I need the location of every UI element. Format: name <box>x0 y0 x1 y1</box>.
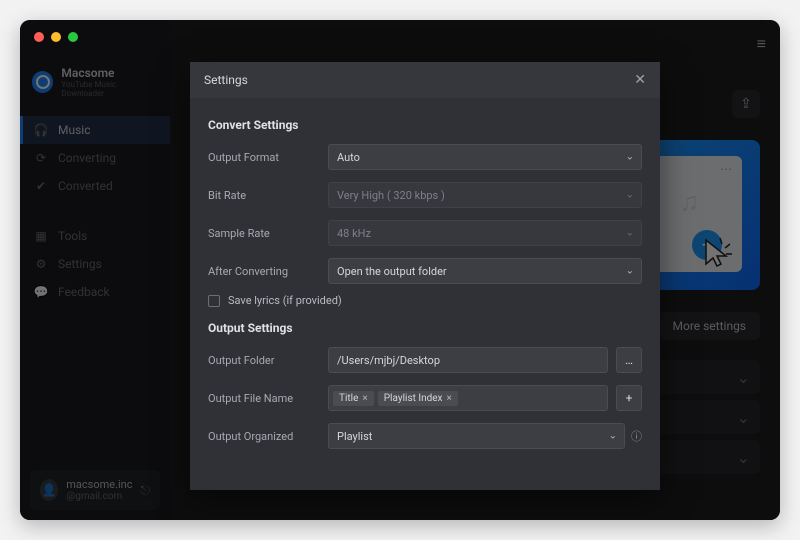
window-minimize-dot[interactable] <box>51 32 61 42</box>
tag-remove-icon[interactable]: × <box>447 393 452 404</box>
settings-modal: Settings ✕ Convert Settings Output Forma… <box>190 62 660 490</box>
select-value: Open the output folder <box>337 265 447 278</box>
section-output-title: Output Settings <box>208 321 642 335</box>
browse-folder-button[interactable]: … <box>616 347 642 373</box>
select-value: Playlist <box>337 430 372 443</box>
tag-label: Title <box>339 393 358 404</box>
label-bit-rate: Bit Rate <box>208 189 328 202</box>
info-icon[interactable]: ⓘ <box>631 428 642 444</box>
select-bit-rate: Very High ( 320 kbps ) <box>328 182 642 208</box>
tag-title[interactable]: Title × <box>333 391 374 406</box>
label-output-folder: Output Folder <box>208 354 328 367</box>
tag-label: Playlist Index <box>384 393 443 404</box>
window-close-dot[interactable] <box>34 32 44 42</box>
select-output-format[interactable]: Auto <box>328 144 642 170</box>
section-convert-title: Convert Settings <box>208 118 642 132</box>
label-output-file-name: Output File Name <box>208 392 328 405</box>
modal-header: Settings ✕ <box>190 62 660 98</box>
select-value: Very High ( 320 kbps ) <box>337 189 445 202</box>
tag-playlist-index[interactable]: Playlist Index × <box>378 391 458 406</box>
close-icon[interactable]: ✕ <box>634 72 646 88</box>
plus-icon: + <box>626 391 633 405</box>
label-output-format: Output Format <box>208 151 328 164</box>
traffic-lights <box>34 32 78 42</box>
modal-title: Settings <box>204 73 248 87</box>
modal-body: Convert Settings Output Format Auto ⌄ Bi… <box>190 98 660 490</box>
label-output-organized: Output Organized <box>208 430 328 443</box>
input-output-folder[interactable]: /Users/mjbj/Desktop <box>328 347 608 373</box>
select-value: Auto <box>337 151 360 164</box>
select-value: 48 kHz <box>337 227 371 240</box>
app-window: ≡ Macsome YouTube Music Downloader 🎧 Mus… <box>20 20 780 520</box>
select-sample-rate: 48 kHz <box>328 220 642 246</box>
hamburger-icon[interactable]: ≡ <box>757 34 766 54</box>
window-zoom-dot[interactable] <box>68 32 78 42</box>
label-sample-rate: Sample Rate <box>208 227 328 240</box>
ellipsis-icon: … <box>625 353 633 367</box>
input-value: /Users/mjbj/Desktop <box>337 354 440 367</box>
input-output-file-name[interactable]: Title × Playlist Index × <box>328 385 608 411</box>
label-after-converting: After Converting <box>208 265 328 278</box>
save-lyrics-label: Save lyrics (if provided) <box>228 294 342 307</box>
tag-remove-icon[interactable]: × <box>362 393 367 404</box>
add-tag-button[interactable]: + <box>616 385 642 411</box>
select-after-converting[interactable]: Open the output folder <box>328 258 642 284</box>
save-lyrics-checkbox[interactable]: Save lyrics (if provided) <box>208 294 642 307</box>
select-output-organized[interactable]: Playlist <box>328 423 625 449</box>
checkbox-icon <box>208 295 220 307</box>
